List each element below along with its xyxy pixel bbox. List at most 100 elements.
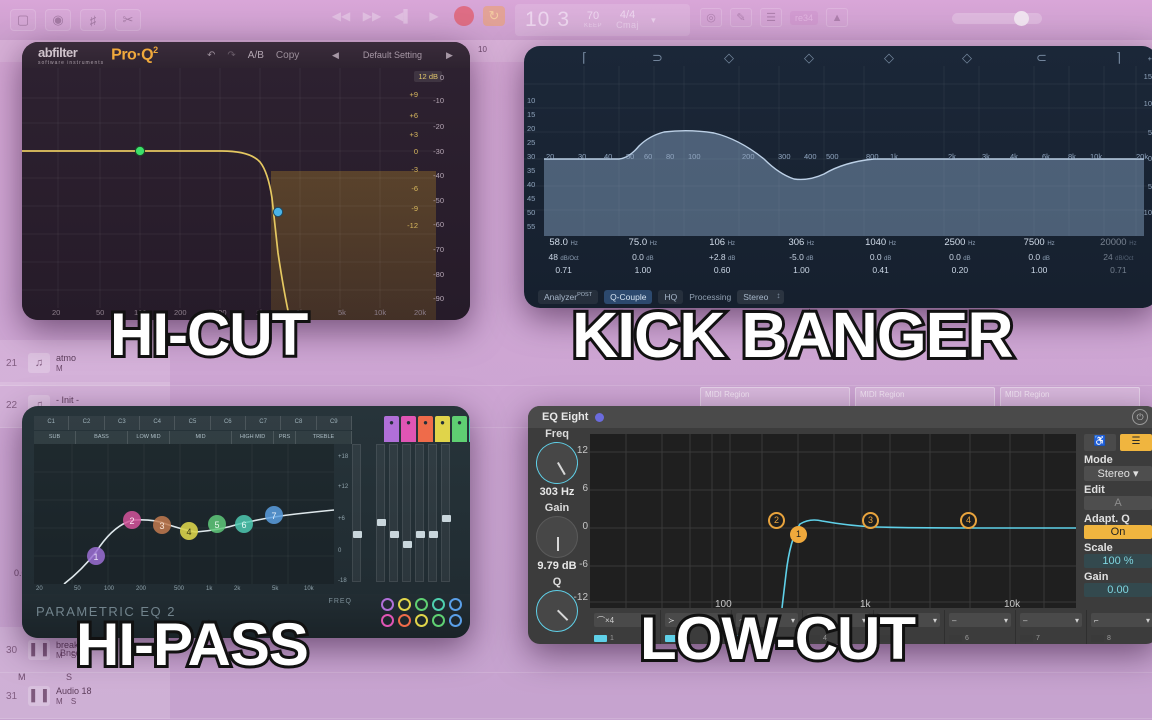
filter-enable-row[interactable]: 8 xyxy=(1091,635,1111,642)
fader-handle[interactable] xyxy=(377,519,386,526)
mode-select[interactable]: Stereo ▾ xyxy=(1084,466,1152,481)
forward-icon[interactable]: ▶▶ xyxy=(361,6,383,26)
shield-icon[interactable]: ◎ xyxy=(700,8,722,27)
chevron-down-icon[interactable]: ▾ xyxy=(933,616,937,625)
scissors-icon[interactable]: ✂ xyxy=(115,9,141,31)
mixer-mute-button[interactable]: M xyxy=(18,672,26,682)
eq8-eq-display[interactable]: 12 6 0 -6 -12 100 1k 10k 2 1 3 4 xyxy=(574,434,1076,610)
chevron-down-icon[interactable]: ▾ xyxy=(651,15,656,26)
eq8-band-node[interactable]: 2 xyxy=(768,512,785,529)
filter-led[interactable] xyxy=(594,635,607,642)
track-mute-solo[interactable]: M xyxy=(56,364,76,373)
fader-handle[interactable] xyxy=(442,515,451,522)
edit-select[interactable]: A xyxy=(1084,496,1152,510)
eq8-band-node[interactable]: 4 xyxy=(960,512,977,529)
filter-enable-row[interactable]: 6 xyxy=(949,635,969,642)
fader-track[interactable] xyxy=(428,444,438,582)
kick-band-column[interactable]: 75.0 Hz 0.0 dB 1.00 xyxy=(603,236,682,286)
q-knob[interactable] xyxy=(432,614,445,627)
filter-type-select[interactable]: – ▾ xyxy=(1020,613,1082,627)
filter-led[interactable] xyxy=(1020,635,1033,642)
warning-icon[interactable]: ▲ xyxy=(826,8,849,27)
freq-knob[interactable] xyxy=(398,598,411,611)
fader-handle[interactable] xyxy=(416,531,425,538)
output-gain-value[interactable]: 0.00 xyxy=(1084,583,1152,597)
eq8-band-node[interactable]: 3 xyxy=(862,512,879,529)
chevron-down-icon[interactable]: ▾ xyxy=(1075,616,1079,625)
fader-track[interactable] xyxy=(352,444,362,582)
list-icon[interactable]: ☰ xyxy=(760,8,782,27)
copy-button[interactable]: Copy xyxy=(276,50,299,61)
plugin-window-proq2[interactable]: abfilter software instruments Pro·Q2 ↶ ↷… xyxy=(22,42,470,320)
metronome-icon[interactable]: ◉ xyxy=(45,9,71,31)
lcd-signature[interactable]: 4/4 Cmaj xyxy=(616,9,639,31)
zoom-slider[interactable] xyxy=(952,11,1042,26)
cycle-icon[interactable]: ↻ xyxy=(483,6,505,26)
band-cap[interactable]: ● xyxy=(435,416,450,442)
scale-value[interactable]: 100 % xyxy=(1084,554,1152,568)
rewind-icon[interactable]: ◀◀ xyxy=(330,6,352,26)
tuner-icon[interactable]: ♯ xyxy=(80,9,106,31)
filter-led[interactable] xyxy=(1091,635,1104,642)
kick-band-column[interactable]: 2500 Hz 0.0 dB 0.20 xyxy=(920,236,999,286)
filter-enable-row[interactable]: 7 xyxy=(1020,635,1040,642)
filter-type-select[interactable]: – ▾ xyxy=(949,613,1011,627)
kick-eq-display[interactable]: ⌈ ⊃ ◇ ◇ ◇ ◇ ⊂ ⌉ 10 15 20 25 30 35 40 45 … xyxy=(524,46,1152,236)
band-cap[interactable]: ● xyxy=(452,416,467,442)
fader-track[interactable] xyxy=(376,444,386,582)
play-icon[interactable]: ▶ xyxy=(423,6,445,26)
fader-handle[interactable] xyxy=(429,531,438,538)
filter-type-select[interactable]: ⌐ ▾ xyxy=(1091,613,1152,627)
record-icon[interactable] xyxy=(454,6,474,26)
q-knob[interactable] xyxy=(398,614,411,627)
filter-led[interactable] xyxy=(949,635,962,642)
power-icon[interactable]: ⏻ xyxy=(1132,409,1148,425)
plugin-window-kickbanger[interactable]: ⌈ ⊃ ◇ ◇ ◇ ◇ ⊂ ⌉ 10 15 20 25 30 35 40 45 … xyxy=(524,46,1152,308)
filter-cell[interactable]: – ▾ 6 xyxy=(945,610,1016,644)
fader-handle[interactable] xyxy=(390,531,399,538)
freq-knob[interactable] xyxy=(381,598,394,611)
band-cap[interactable]: ● xyxy=(418,416,433,442)
track-row[interactable]: 31 ▌▐ Audio 18 M S xyxy=(0,673,1152,719)
preset-next-icon[interactable]: ▶ xyxy=(446,50,453,61)
band-cap[interactable]: ● xyxy=(384,416,399,442)
freq-knob[interactable] xyxy=(432,598,445,611)
kick-band-column[interactable]: 58.0 Hz 48 dB/Oct 0.71 xyxy=(524,236,603,286)
filter-cell[interactable]: – ▾ 7 xyxy=(1016,610,1087,644)
undo-icon[interactable]: ↶ xyxy=(207,50,215,61)
q-knob[interactable] xyxy=(381,614,394,627)
adaptq-toggle[interactable]: On xyxy=(1084,525,1152,539)
freq-knob[interactable] xyxy=(449,598,462,611)
plugin-window-parametric-eq2[interactable]: C1 C2 C3 C4 C5 C6 C7 C8 C9 SUB BASS LOW … xyxy=(22,406,470,638)
analyzer-icon[interactable]: ☰ xyxy=(1120,434,1152,451)
view-icon[interactable]: ▢ xyxy=(10,9,36,31)
kick-band-column[interactable]: 7500 Hz 0.0 dB 1.00 xyxy=(1000,236,1079,286)
stop-icon[interactable]: ◀▌ xyxy=(392,6,414,26)
fader-handle[interactable] xyxy=(403,541,412,548)
fl-gain-faders[interactable] xyxy=(352,444,458,584)
preset-name[interactable]: Default Setting xyxy=(363,50,422,60)
headphone-icon[interactable]: ♿ xyxy=(1084,434,1116,451)
fl-eq-display[interactable]: 1 2 3 4 5 6 7 xyxy=(34,444,335,585)
transport-lcd[interactable]: 10 3 70 KEEP 4/4 Cmaj ▾ xyxy=(515,4,690,36)
preset-prev-icon[interactable]: ◀ xyxy=(332,50,339,61)
kick-band-column[interactable]: 20000 Hz 24 dB/Oct 0.71 xyxy=(1079,236,1152,286)
fader-track[interactable] xyxy=(389,444,399,582)
redo-icon[interactable]: ↷ xyxy=(227,50,235,61)
filter-enable-row[interactable]: 1 xyxy=(594,635,614,642)
kick-band-column[interactable]: 1040 Hz 0.0 dB 0.41 xyxy=(841,236,920,286)
kick-band-column[interactable]: 306 Hz -5.0 dB 1.00 xyxy=(762,236,841,286)
device-dot-icon[interactable] xyxy=(595,412,605,422)
q-knob[interactable] xyxy=(415,614,428,627)
mixer-solo-button[interactable]: S xyxy=(66,672,72,682)
proq-eq-display[interactable]: 12 dB +9 +6 +3 0 -3 -6 -9 -12 0 -10 -20 … xyxy=(22,68,470,320)
eq8-band-node[interactable]: 1 xyxy=(790,526,807,543)
filter-cell[interactable]: ⌐ ▾ 8 xyxy=(1087,610,1152,644)
chevron-down-icon[interactable]: ▾ xyxy=(1004,616,1008,625)
band-cap[interactable]: ● xyxy=(469,416,470,442)
q-knob[interactable] xyxy=(449,614,462,627)
q-knob[interactable] xyxy=(528,581,587,641)
pencil-icon[interactable]: ✎ xyxy=(730,8,752,27)
fader-track[interactable] xyxy=(441,444,451,582)
band-cap[interactable]: ● xyxy=(401,416,416,442)
